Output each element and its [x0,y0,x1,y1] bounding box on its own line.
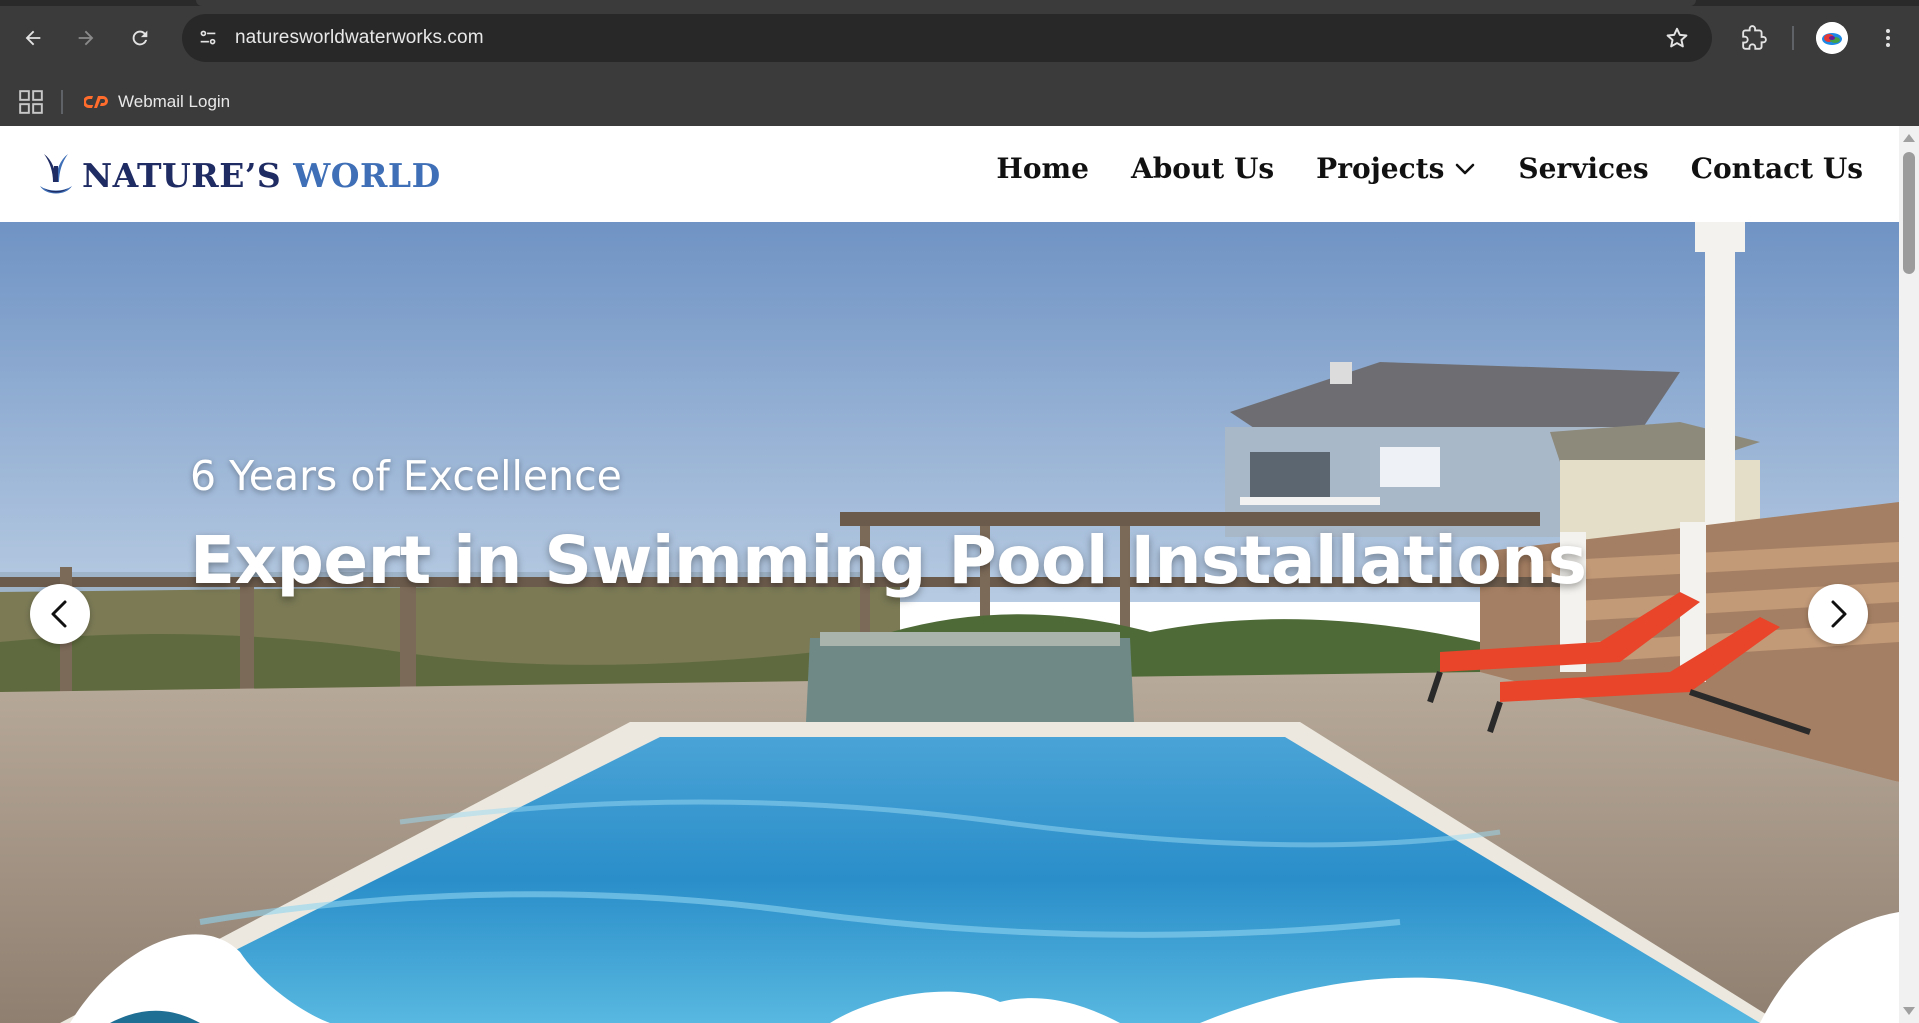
hero-title: Expert in Swimming Pool Installations [190,522,1587,599]
nav-about-us[interactable]: About Us [1131,152,1274,185]
browser-toolbar: naturesworldwaterworks.com [0,0,1919,78]
hero-subtitle: 6 Years of Excellence [190,452,622,500]
chevron-right-icon [1831,600,1847,628]
logo-text-world: WORLD [293,155,441,195]
chrome-menu-button[interactable] [1872,22,1904,54]
arrow-left-icon [25,30,41,46]
bookmark-label: Webmail Login [118,92,231,111]
slider-prev-button[interactable] [30,584,90,644]
tab-strip [0,0,1919,6]
site-header: NATURE’S WORLD Home About Us Projects Se… [0,126,1899,222]
main-navigation: Home About Us Projects Services Contact … [996,152,1863,185]
scroll-down-arrow-icon[interactable] [1903,1007,1915,1015]
page-scrollbar[interactable] [1899,126,1919,1023]
bookmark-star-icon[interactable] [1664,25,1690,51]
chevron-left-icon [51,600,67,628]
fountain-logo-icon [40,154,72,194]
avatar-image [1816,22,1848,54]
site-logo[interactable]: NATURE’S WORLD [38,150,441,200]
reload-button[interactable] [122,20,158,56]
back-button[interactable] [15,20,51,56]
extensions-button[interactable] [1737,21,1771,55]
active-tab-edge[interactable] [196,0,1696,6]
address-bar[interactable]: naturesworldwaterworks.com [182,14,1712,62]
hero-slider: 6 Years of Excellence Expert in Swimming… [0,222,1899,1023]
nav-contact-us[interactable]: Contact Us [1691,152,1863,185]
logo-text-natures: NATURE’S [82,155,282,195]
hero-background-image [0,222,1899,1023]
toolbar-divider [1792,26,1794,50]
arrow-right-icon [78,30,94,46]
scroll-up-arrow-icon[interactable] [1903,134,1915,142]
reload-icon [132,30,148,46]
bookmarks-bar: Webmail Login [0,78,1919,126]
forward-button[interactable] [68,20,104,56]
slider-next-button[interactable] [1808,584,1868,644]
cpanel-icon [84,96,108,108]
nav-home[interactable]: Home [996,152,1089,185]
bookmarks-separator [61,90,63,114]
profile-avatar[interactable] [1816,22,1848,54]
site-info-icon[interactable] [194,24,222,52]
puzzle-icon [1742,25,1767,50]
page-viewport: NATURE’S WORLD Home About Us Projects Se… [0,126,1899,1023]
logo-text: NATURE’S WORLD [82,156,441,195]
nav-projects[interactable]: Projects [1316,152,1476,185]
more-vert-icon [1886,29,1890,47]
scroll-thumb[interactable] [1903,152,1915,274]
apps-grid-icon[interactable] [18,89,44,115]
chevron-down-icon [1456,163,1475,174]
nav-projects-label: Projects [1316,152,1445,185]
url-text[interactable]: naturesworldwaterworks.com [235,27,484,49]
nav-services[interactable]: Services [1518,152,1648,185]
bookmark-webmail-login[interactable]: Webmail Login [84,87,230,117]
